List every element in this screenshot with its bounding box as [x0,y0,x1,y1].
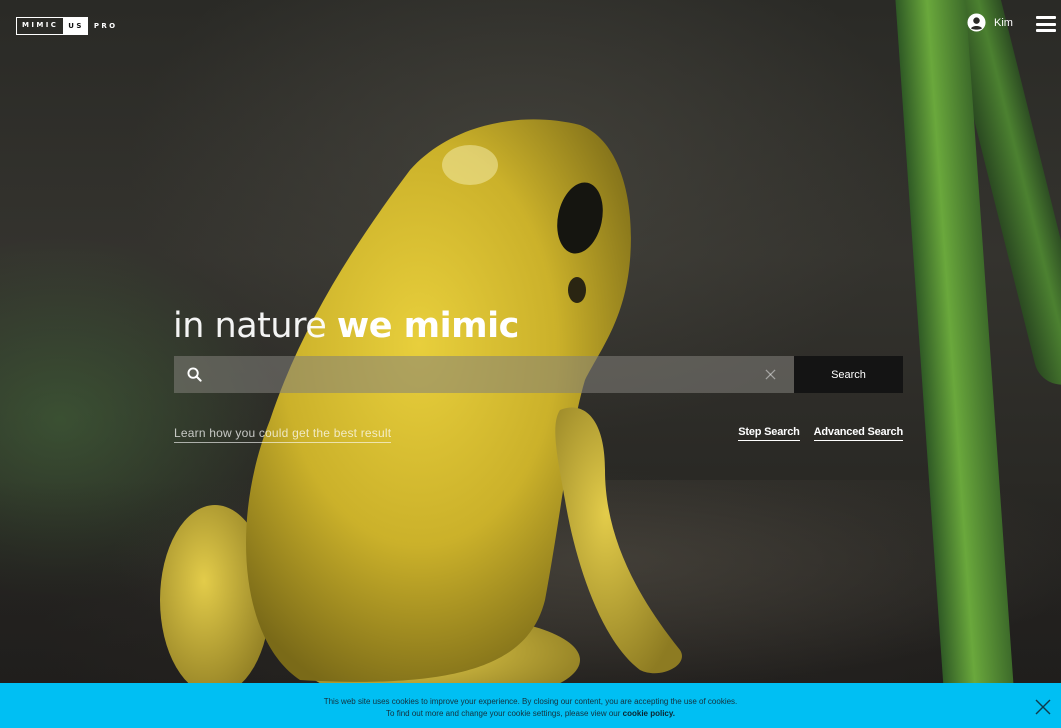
site-header: MIMIC US PRO Kim [0,0,1061,52]
user-name: Kim [994,16,1013,29]
user-circle-icon [967,13,986,32]
search-button[interactable]: Search [794,356,903,393]
cookie-policy-link[interactable]: cookie policy. [623,709,675,718]
learn-best-result-link[interactable]: Learn how you could get the best result [174,426,392,443]
search-hints: Learn how you could get the best result … [174,426,903,444]
search-bar: Search [174,356,903,393]
search-field-container [174,356,794,393]
step-search-link[interactable]: Step Search [738,426,800,441]
title-light-text: in nature [173,306,327,346]
logo-text-pro: PRO [93,22,118,30]
hamburger-menu-icon[interactable] [1036,16,1056,32]
cookie-message: This web site uses cookies to improve yo… [0,696,1061,720]
user-account-button[interactable]: Kim [967,13,1013,32]
cookie-banner: This web site uses cookies to improve yo… [0,683,1061,728]
close-icon[interactable] [765,369,776,380]
logo-text-mimic: MIMIC [16,17,65,35]
cookie-message-line2: To find out more and change your cookie … [0,708,1061,720]
cookie-message-line1: This web site uses cookies to improve yo… [323,697,738,706]
search-mode-links: Step Search Advanced Search [738,426,903,441]
close-icon[interactable] [1035,699,1051,715]
site-logo[interactable]: MIMIC US PRO [16,17,123,35]
search-icon [187,367,202,382]
advanced-search-link[interactable]: Advanced Search [813,426,903,441]
search-input[interactable] [202,356,765,393]
page-title: in nature we mimic [173,304,519,348]
title-bold-text: we mimic [336,306,519,346]
cookie-message-prefix: To find out more and change your cookie … [386,709,623,718]
logo-text-us: US [64,17,88,35]
